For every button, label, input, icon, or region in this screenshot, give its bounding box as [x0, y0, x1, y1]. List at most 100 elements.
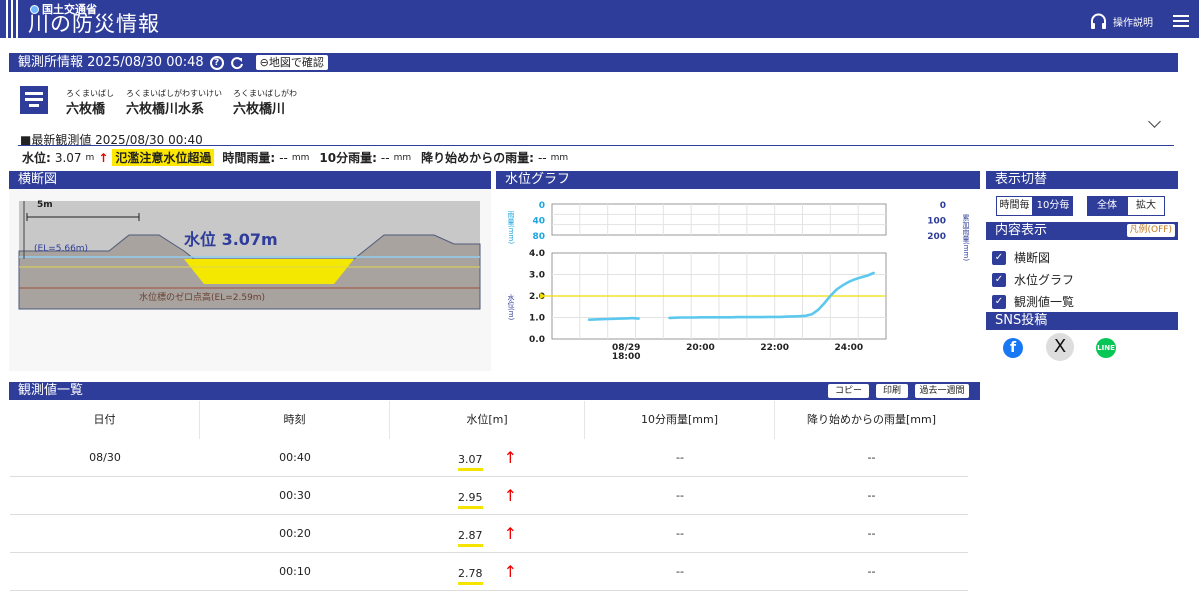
x-tick-label: 24:00 [835, 343, 864, 353]
cell-rain10: -- [676, 527, 684, 540]
cumulative-tick-label: 100 [927, 217, 946, 227]
app-header: 国土交通省 川の防災情報 操作説明 [0, 0, 1199, 38]
x-tick-label: 22:00 [760, 343, 789, 353]
headphones-icon [1091, 13, 1106, 29]
cell-level: 2.95 ↑ [390, 477, 585, 517]
level-value: 3.07 [458, 452, 483, 471]
cell-level: 3.07 ↑ [390, 439, 585, 479]
zero-point-label: 水位標のゼロ点高(EL=2.59m) [139, 293, 266, 303]
checkbox-label-observation-list: 観測値一覧 [1014, 295, 1075, 309]
arrow-up-icon: ↑ [498, 562, 517, 581]
link-icon: ⊖ [259, 56, 269, 69]
level-value: 2.78 [458, 566, 483, 585]
y-tick-label: 0.0 [529, 335, 545, 345]
level-axis-label: 水位(m) [507, 294, 515, 321]
divider [18, 145, 1174, 146]
station-info-title: 観測所情報 2025/08/30 00:48 [18, 54, 204, 70]
rain-tick-label: 0 [539, 201, 545, 211]
line-icon[interactable]: LINE [1096, 338, 1116, 358]
station-info-bar: 観測所情報 2025/08/30 00:48 ? ⊖地図で確認 [9, 53, 1178, 72]
cumulative-tick-label: 200 [927, 232, 946, 242]
elevation-label: (EL=5.66m) [34, 244, 89, 254]
water-level-chart: 4.03.02.01.00.004080010020008/2918:0020:… [529, 201, 946, 362]
column-header-10min-rain: 10分雨量[mm] [585, 401, 775, 439]
rain-axis-label: 雨量(mm) [507, 211, 515, 245]
cell-rain10: -- [676, 565, 684, 578]
help-button[interactable]: 操作説明 [1090, 13, 1153, 30]
site-title[interactable]: 川の防災情報 [28, 11, 160, 37]
past-week-button[interactable]: 過去一週間 [915, 384, 969, 398]
water-level-graph: 4.0 3.0 2.0 1.0 0.0 0 40 80 0 100 200 08/29 18:00 20:… [496, 189, 980, 371]
cell-time: 00:10 [279, 565, 311, 578]
header-bars [6, 0, 20, 38]
checkbox-cross-section[interactable]: ✓ [992, 251, 1006, 265]
y-tick-label: 4.0 [529, 249, 545, 259]
full-view-toggle[interactable]: 全体 [1087, 196, 1127, 216]
cell-cum: -- [867, 489, 876, 502]
cell-date: 08/30 [89, 451, 121, 464]
arrow-up-icon: ↑ [498, 448, 517, 467]
table-row: 08/30 00:40 3.07 ↑ -- -- [10, 439, 968, 477]
arrow-up-icon: ↑ [498, 486, 517, 505]
y-tick-label: 1.0 [529, 314, 545, 324]
cell-level: 2.87 ↑ [390, 515, 585, 555]
legend-toggle-button[interactable]: 凡例(OFF) [1126, 224, 1175, 237]
cell-cum: -- [867, 565, 876, 578]
ten-minute-toggle[interactable]: 10分毎 [1033, 196, 1073, 216]
hourly-toggle[interactable]: 時間毎 [996, 196, 1033, 216]
level-overlay-text: 水位 3.07m [184, 230, 278, 249]
river-name: ろくまいばしがわ 六枚橋川 [233, 89, 297, 117]
cumulative-tick-label: 0 [940, 201, 946, 211]
scale-label: 5m [37, 200, 53, 210]
hamburger-menu-icon[interactable] [1173, 15, 1189, 27]
table-header: 日付 時刻 水位[m] 10分雨量[mm] 降り始めからの雨量[mm] [10, 401, 968, 439]
cross-section-diagram [18, 201, 481, 310]
checkbox-label-cross-section: 横断図 [1014, 251, 1051, 265]
cell-rain10: -- [676, 451, 684, 464]
refresh-icon[interactable] [230, 56, 244, 70]
checkbox-water-graph[interactable]: ✓ [992, 273, 1006, 287]
column-header-date: 日付 [10, 401, 200, 439]
sns-title: SNS投稿 [986, 312, 1178, 330]
x-tick-label: 20:00 [686, 343, 715, 353]
facebook-icon[interactable]: f [1003, 338, 1023, 358]
map-button[interactable]: ⊖地図で確認 [255, 55, 328, 70]
arrow-up-icon: ↑ [498, 524, 517, 543]
cell-time: 00:40 [279, 451, 311, 464]
level-series-line [587, 316, 640, 321]
river-system: ろくまいばしがわすいけい 六枚橋川水系 [126, 89, 222, 117]
help-circle-icon[interactable]: ? [209, 55, 224, 70]
cell-cum: -- [867, 451, 876, 464]
cell-level: 2.78 ↑ [390, 553, 585, 593]
x-tick-label: 18:00 [612, 352, 641, 362]
column-header-cumulative-rain: 降り始めからの雨量[mm] [806, 413, 936, 426]
level-value: 2.95 [458, 490, 483, 509]
checkbox-observation-list[interactable]: ✓ [992, 295, 1006, 309]
table-row: 00:30 2.95 ↑ -- -- [10, 477, 968, 515]
zoom-toggle[interactable]: 拡大 [1127, 196, 1165, 216]
arrow-up-icon: ↑ [98, 150, 109, 165]
column-header-level: 水位[m] [390, 401, 585, 439]
display-switch-title: 表示切替 [986, 171, 1178, 189]
water-level-graph-title: 水位グラフ [496, 171, 980, 189]
cell-rain10: -- [676, 489, 684, 502]
water-level-station-icon [20, 86, 48, 114]
station-name: ろくまいばし 六枚橋 [66, 89, 114, 117]
cell-cum: -- [867, 527, 876, 540]
rain-tick-label: 80 [532, 232, 545, 242]
cross-section-title: 横断図 [9, 171, 491, 189]
y-tick-label: 3.0 [529, 271, 545, 281]
cell-time: 00:30 [279, 489, 311, 502]
latest-values: 水位: 3.07 m ↑ 氾濫注意水位超過 時間雨量: -- mm 10分雨量: -- mm… [22, 149, 569, 166]
print-button[interactable]: 印刷 [876, 384, 908, 398]
content-display-title: 内容表示 凡例(OFF) [986, 222, 1178, 240]
table-row: 00:20 2.87 ↑ -- -- [10, 515, 968, 553]
warning-badge: 氾濫注意水位超過 [112, 149, 215, 166]
column-header-time: 時刻 [200, 401, 390, 439]
level-value: 2.87 [458, 528, 483, 547]
table-row: 00:10 2.78 ↑ -- -- [10, 553, 968, 591]
cross-section-panel: 5m (EL=5.66m) 水位 3.07m 水位標のゼロ点高(EL=2.59m… [9, 189, 491, 371]
copy-button[interactable]: コピー [828, 384, 869, 398]
x-twitter-icon[interactable]: X [1046, 333, 1074, 361]
cell-time: 00:20 [279, 527, 311, 540]
